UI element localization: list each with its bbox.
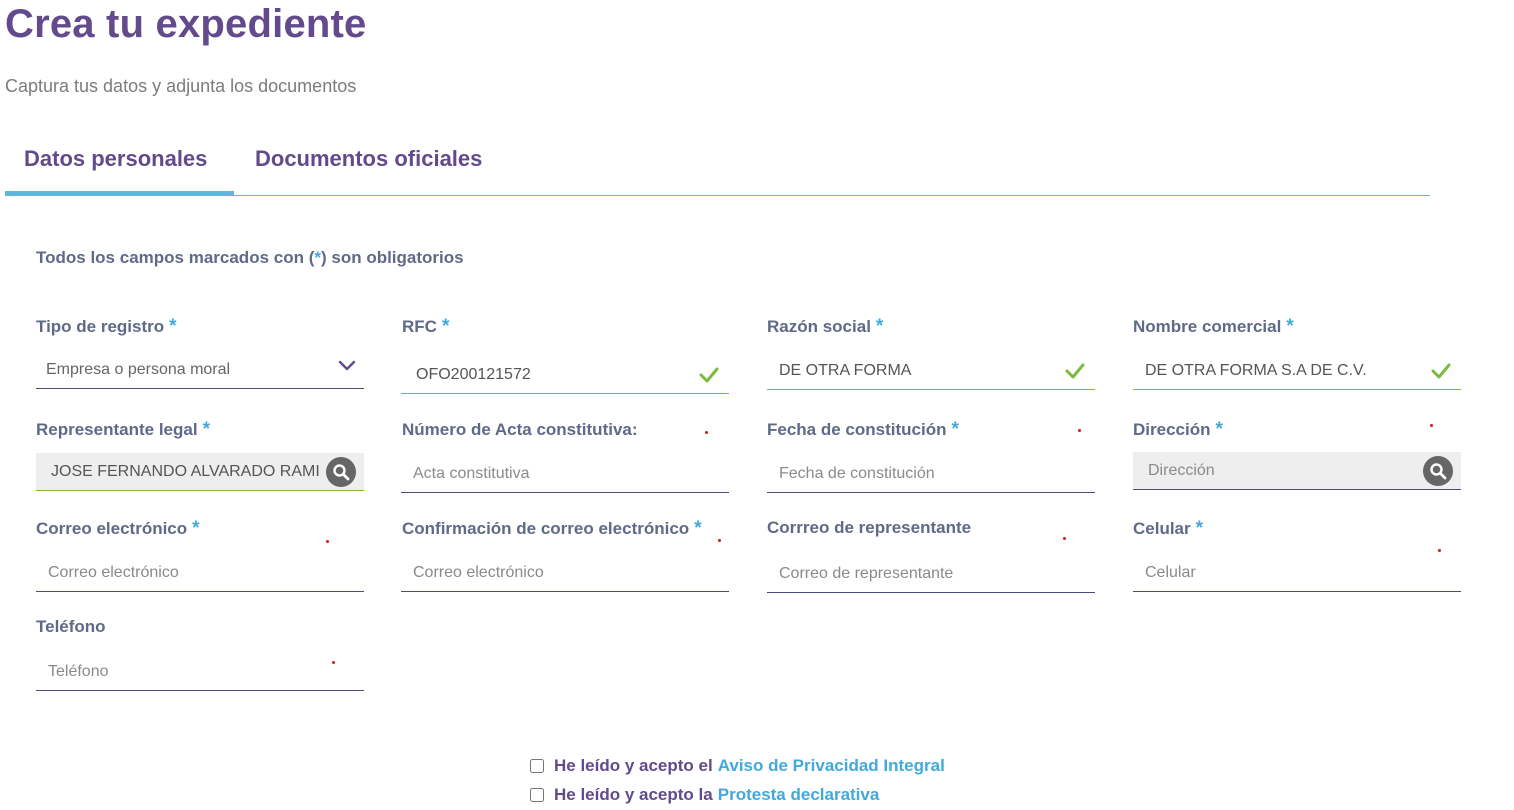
correo-representante-label: Corrreo de representante: [767, 518, 972, 537]
correo-field: [36, 554, 364, 592]
checkmark-icon: [1431, 363, 1451, 379]
validation-dot: [1438, 549, 1441, 552]
privacy-checkbox[interactable]: [530, 759, 544, 773]
razon-social-label: Razón social *: [767, 316, 884, 337]
privacy-notice-link[interactable]: Aviso de Privacidad Integral: [718, 756, 945, 776]
validation-dot: [1430, 424, 1433, 427]
tab-bar: Datos personales Documentos oficiales: [5, 132, 1430, 196]
direccion-field: [1133, 452, 1461, 490]
checkmark-icon: [699, 367, 719, 383]
tipo-registro-field: Empresa o persona moral: [36, 351, 364, 389]
search-icon: [333, 464, 350, 481]
validation-dot: [718, 539, 721, 542]
privacy-consent: He leído y acepto el Aviso de Privacidad…: [530, 756, 945, 776]
rfc-input[interactable]: [401, 356, 729, 393]
protest-consent: He leído y acepto la Protesta declarativ…: [530, 785, 879, 805]
telefono-label: Teléfono: [36, 617, 106, 636]
nombre-comercial-label: Nombre comercial *: [1133, 316, 1294, 337]
tipo-registro-label: Tipo de registro *: [36, 316, 177, 337]
razon-social-field: [767, 352, 1095, 390]
protest-checkbox[interactable]: [530, 788, 544, 802]
rfc-field: [401, 356, 729, 394]
nombre-comercial-input[interactable]: [1133, 352, 1461, 389]
correo-label: Correo electrónico *: [36, 518, 200, 539]
acta-constitutiva-input[interactable]: [401, 455, 729, 492]
celular-label: Celular *: [1133, 518, 1204, 539]
validation-dot: [326, 540, 329, 543]
direccion-input[interactable]: [1133, 452, 1461, 489]
protest-declaration-link[interactable]: Protesta declarativa: [718, 785, 880, 805]
tab-datos-personales[interactable]: Datos personales: [24, 146, 207, 172]
celular-input[interactable]: [1133, 554, 1461, 591]
telefono-input[interactable]: [36, 653, 364, 690]
acta-constitutiva-label: Número de Acta constitutiva:: [402, 420, 638, 439]
fecha-constitucion-input[interactable]: [767, 455, 1095, 492]
correo-input[interactable]: [36, 554, 364, 591]
privacy-consent-text: He leído y acepto el: [554, 756, 713, 775]
validation-dot: [705, 431, 708, 434]
representante-legal-field: [36, 453, 364, 491]
razon-social-input[interactable]: [767, 352, 1095, 389]
search-direccion-button[interactable]: [1423, 456, 1453, 486]
tab-documentos-oficiales[interactable]: Documentos oficiales: [255, 146, 482, 172]
confirmacion-correo-field: [401, 554, 729, 592]
nombre-comercial-field: [1133, 352, 1461, 390]
page-subtitle: Captura tus datos y adjunta los document…: [5, 76, 357, 96]
celular-field: [1133, 554, 1461, 592]
confirmacion-correo-label: Confirmación de correo electrónico *: [402, 518, 702, 539]
page-title: Crea tu expediente: [5, 2, 367, 46]
rfc-label: RFC *: [402, 316, 450, 337]
search-representante-button[interactable]: [326, 457, 356, 487]
protest-consent-text: He leído y acepto la: [554, 785, 713, 804]
validation-dot: [1063, 537, 1066, 540]
representante-legal-input[interactable]: [36, 453, 364, 490]
representante-legal-label: Representante legal *: [36, 419, 210, 440]
active-tab-indicator: [5, 191, 234, 195]
direccion-label: Dirección *: [1133, 419, 1223, 440]
confirmacion-correo-input[interactable]: [401, 554, 729, 591]
fecha-constitucion-field: [767, 455, 1095, 493]
acta-constitutiva-field: [401, 455, 729, 493]
tipo-registro-select[interactable]: Empresa o persona moral: [36, 351, 364, 388]
fecha-constitucion-label: Fecha de constitución *: [767, 419, 959, 440]
correo-representante-input[interactable]: [767, 555, 1095, 592]
validation-dot: [1078, 429, 1081, 432]
correo-representante-field: [767, 555, 1095, 593]
checkmark-icon: [1065, 363, 1085, 379]
search-icon: [1430, 463, 1447, 480]
telefono-field: [36, 653, 364, 691]
required-fields-note: Todos los campos marcados con (*) son ob…: [36, 248, 464, 267]
